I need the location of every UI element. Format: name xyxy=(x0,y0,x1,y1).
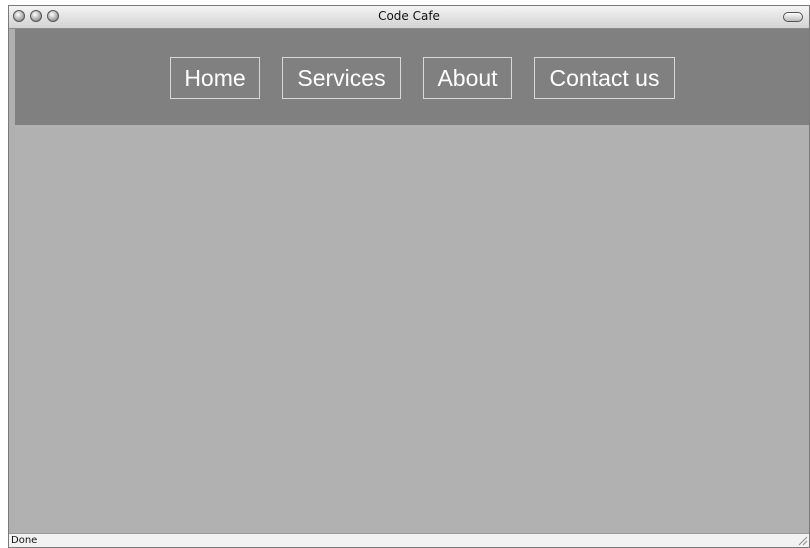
nav-about-link[interactable]: About xyxy=(423,57,512,99)
nav-bar: Home Services About Contact us xyxy=(15,29,809,125)
nav-services-link[interactable]: Services xyxy=(282,57,401,99)
status-bar: Done xyxy=(9,533,809,547)
nav-home-link[interactable]: Home xyxy=(170,57,260,99)
toolbar-toggle-icon[interactable] xyxy=(783,12,803,22)
title-bar[interactable]: Code Cafe xyxy=(9,6,809,29)
nav-contact-link[interactable]: Contact us xyxy=(534,57,675,99)
browser-window: Code Cafe Home Services About Contact us… xyxy=(8,5,810,548)
window-title: Code Cafe xyxy=(378,9,440,23)
resize-grip-icon[interactable] xyxy=(797,535,808,546)
page-content: Home Services About Contact us xyxy=(15,29,809,533)
status-text: Done xyxy=(11,535,38,546)
